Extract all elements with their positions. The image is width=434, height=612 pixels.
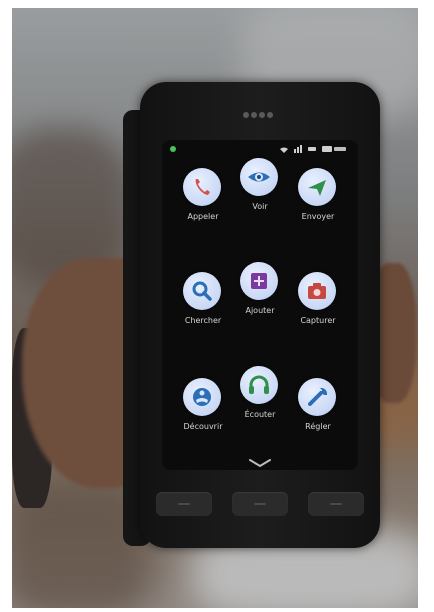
home-key-mark	[254, 503, 266, 505]
screen: Appeler Voir Envoyer Chercher Ajouter Ca…	[162, 140, 358, 470]
app-icon-circle	[240, 366, 278, 404]
home-key[interactable]	[232, 492, 288, 516]
app-label: Régler	[305, 422, 331, 431]
app-icon-circle	[298, 168, 336, 206]
eye-icon	[248, 172, 270, 182]
app-icon-circle	[183, 378, 221, 416]
back-key-mark	[178, 503, 190, 505]
status-bar	[162, 144, 358, 156]
back-key[interactable]	[156, 492, 212, 516]
app-envoyer[interactable]: Envoyer	[287, 168, 349, 248]
add-icon	[251, 273, 267, 289]
send-icon	[308, 180, 326, 196]
app-icon-circle	[240, 158, 278, 196]
wrench-icon	[308, 387, 328, 406]
discover-icon	[193, 388, 211, 406]
phone: Appeler Voir Envoyer Chercher Ajouter Ca…	[140, 82, 380, 548]
menu-key-mark	[330, 503, 342, 505]
app-icon-circle	[183, 272, 221, 310]
app-capturer[interactable]: Capturer	[287, 272, 349, 352]
app-ajouter[interactable]: Ajouter	[229, 262, 291, 342]
app-icon-circle	[240, 262, 278, 300]
app-label: Capturer	[300, 316, 336, 325]
app-icon-circle	[298, 272, 336, 310]
signal-wifi-battery-icon	[280, 145, 346, 153]
phone-icon	[195, 179, 210, 195]
menu-key[interactable]	[308, 492, 364, 516]
headphones-icon	[249, 375, 269, 394]
notification-icon	[170, 146, 176, 152]
chevron-down-icon[interactable]	[244, 456, 276, 470]
search-icon	[192, 281, 212, 301]
app-icon-circle	[298, 378, 336, 416]
app-regler[interactable]: Régler	[287, 378, 349, 458]
status-icons	[278, 144, 348, 156]
brand-logo-icon	[243, 112, 273, 118]
camera-icon	[308, 283, 326, 299]
app-ecouter[interactable]: Écouter	[229, 366, 291, 446]
app-voir[interactable]: Voir	[229, 158, 291, 238]
app-label: Envoyer	[301, 212, 335, 221]
app-icon-circle	[183, 168, 221, 206]
brand-logo	[232, 108, 284, 125]
